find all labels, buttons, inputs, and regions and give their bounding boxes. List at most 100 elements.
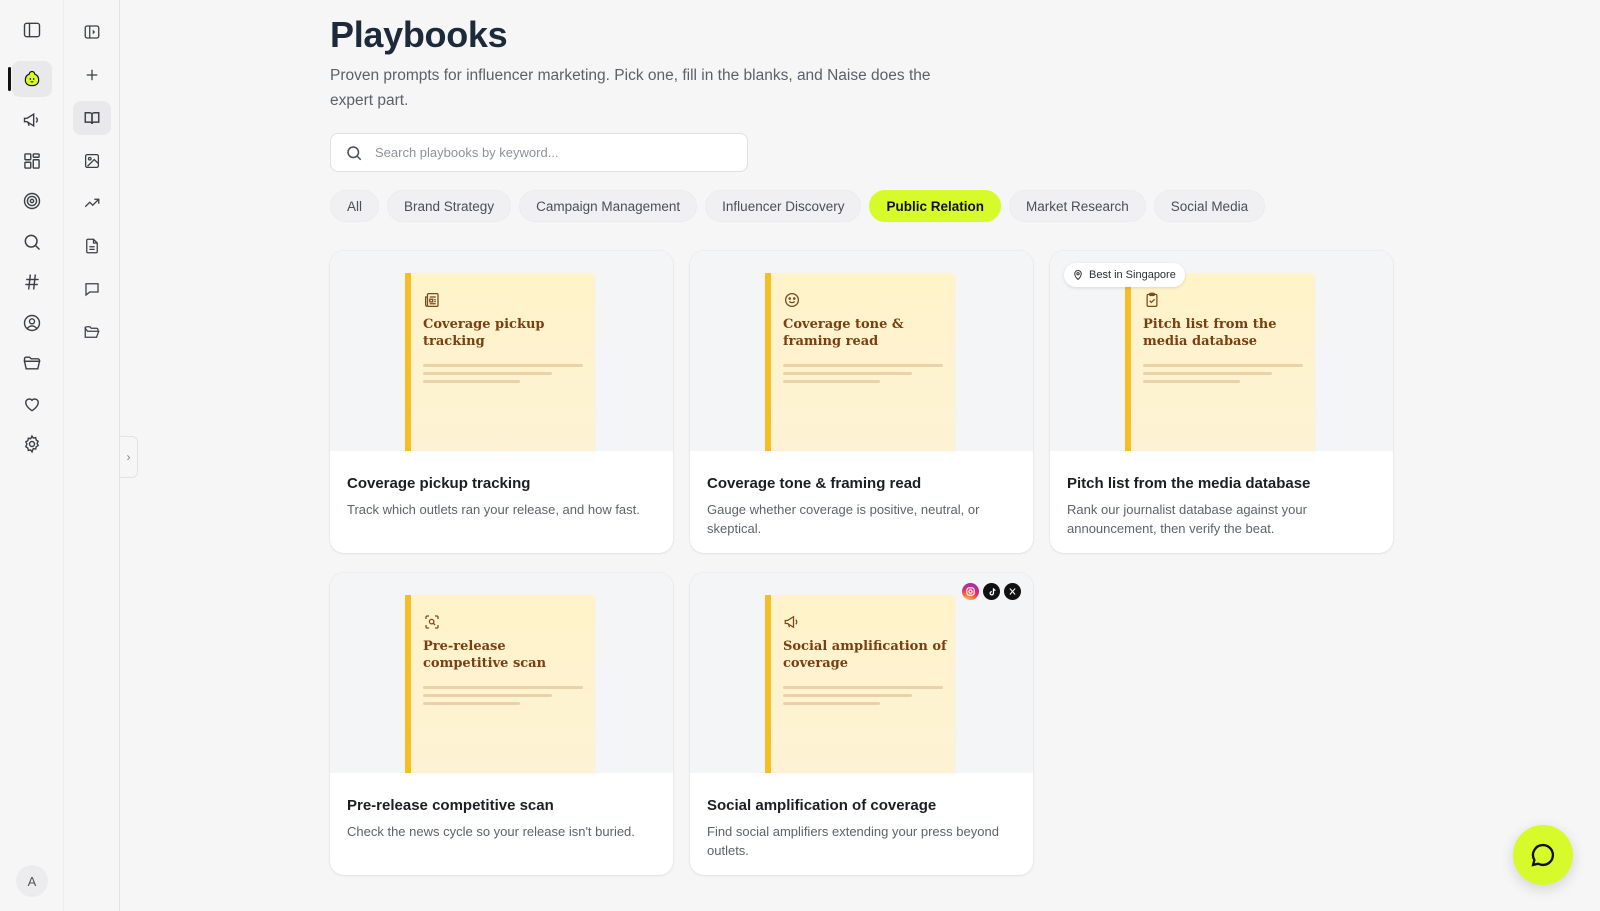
cover-document: Pre-release competitive scan xyxy=(405,595,595,773)
cover-line xyxy=(423,372,552,375)
card-description: Gauge whether coverage is positive, neut… xyxy=(707,502,980,536)
tiktok-icon xyxy=(983,583,1000,600)
card-description: Check the news cycle so your release isn… xyxy=(347,824,635,839)
cover-line xyxy=(423,380,520,383)
cover-spine xyxy=(765,595,771,773)
page-title: Playbooks xyxy=(330,14,508,55)
filter-public-relation[interactable]: Public Relation xyxy=(869,190,1001,222)
newspaper-icon xyxy=(424,292,439,308)
cover-line xyxy=(423,364,583,367)
playbook-book-icon[interactable] xyxy=(73,101,111,135)
card-title: Pre-release competitive scan xyxy=(347,797,554,814)
playbook-card[interactable]: Social amplification of coverage Social … xyxy=(690,573,1033,875)
playbook-card[interactable]: Coverage pickup tracking Coverage pickup… xyxy=(330,251,673,553)
filter-all[interactable]: All xyxy=(330,190,380,222)
trending-icon[interactable] xyxy=(73,186,111,220)
card-cover: Best in Singapore Pitch list from the me… xyxy=(1050,251,1393,451)
cover-line xyxy=(783,364,943,367)
card-description: Track which outlets ran your release, an… xyxy=(347,502,640,517)
clipboard-check-icon xyxy=(1146,292,1158,308)
playbook-card[interactable]: Pre-release competitive scan Pre-release… xyxy=(330,573,673,875)
search-icon[interactable] xyxy=(12,224,52,260)
target-icon[interactable] xyxy=(12,183,52,219)
profile-icon[interactable] xyxy=(12,305,52,341)
cover-document: Pitch list from the media database xyxy=(1125,273,1315,451)
card-cover: Coverage tone & framing read xyxy=(690,251,1033,451)
cover-document: Coverage pickup tracking xyxy=(405,273,595,451)
cover-title: Social amplification of coverage xyxy=(783,639,947,671)
hashtag-icon[interactable] xyxy=(12,264,52,300)
heart-icon[interactable] xyxy=(12,386,52,422)
expand-panel-icon[interactable] xyxy=(73,15,111,49)
cover-line xyxy=(783,380,880,383)
smile-icon xyxy=(784,292,800,308)
cover-spine xyxy=(405,273,411,451)
primary-rail: A xyxy=(0,0,64,911)
social-platforms xyxy=(962,583,1021,600)
cover-spine xyxy=(1125,273,1131,451)
cover-line xyxy=(423,702,520,705)
folder-icon[interactable] xyxy=(12,345,52,381)
megaphone-icon[interactable] xyxy=(12,102,52,138)
secondary-rail xyxy=(64,0,120,911)
card-title: Coverage tone & framing read xyxy=(707,475,922,492)
sidebar-toggle-icon[interactable] xyxy=(12,12,52,48)
cover-title: Pitch list from the media database xyxy=(1143,317,1277,349)
cover-document: Coverage tone & framing read xyxy=(765,273,955,451)
folder-open-icon[interactable] xyxy=(73,315,111,349)
filter-social-media[interactable]: Social Media xyxy=(1153,190,1266,222)
plus-icon[interactable] xyxy=(73,58,111,92)
cover-document: Social amplification of coverage xyxy=(765,595,955,773)
search-input[interactable] xyxy=(375,145,735,160)
cover-line xyxy=(1143,364,1303,367)
image-icon[interactable] xyxy=(73,144,111,178)
filter-market-research[interactable]: Market Research xyxy=(1009,190,1146,222)
badge-label: Best in Singapore xyxy=(1089,269,1176,281)
card-title: Pitch list from the media database xyxy=(1067,475,1311,492)
document-icon[interactable] xyxy=(73,229,111,263)
chevron-right-icon: › xyxy=(126,450,131,464)
cover-title: Coverage tone & framing read xyxy=(783,317,904,349)
card-title: Coverage pickup tracking xyxy=(347,475,531,492)
playbook-card[interactable]: Coverage tone & framing read Coverage to… xyxy=(690,251,1033,553)
cover-line xyxy=(423,686,583,689)
avatar[interactable]: A xyxy=(16,865,48,897)
cover-spine xyxy=(765,273,771,451)
map-pin-icon xyxy=(1074,270,1082,281)
cover-line xyxy=(783,372,912,375)
card-cover: Social amplification of coverage xyxy=(690,573,1033,773)
card-description: Find social amplifiers extending your pr… xyxy=(707,824,999,858)
cover-title: Pre-release competitive scan xyxy=(423,639,547,671)
collapse-panel-button[interactable]: › xyxy=(120,436,138,478)
card-cover: Coverage pickup tracking xyxy=(330,251,673,451)
search-box[interactable] xyxy=(330,133,748,172)
cover-line xyxy=(783,686,943,689)
page-subtitle: Proven prompts for influencer marketing.… xyxy=(330,67,931,109)
filter-chips: All Brand Strategy Campaign Management I… xyxy=(330,190,1266,222)
megaphone-icon xyxy=(784,615,798,629)
scan-search-icon xyxy=(425,615,439,629)
chat-icon[interactable] xyxy=(73,272,111,306)
cover-line xyxy=(783,702,880,705)
cover-title: Coverage pickup tracking xyxy=(423,317,545,349)
card-title: Social amplification of coverage xyxy=(707,797,937,814)
instagram-icon xyxy=(962,583,979,600)
dashboard-icon[interactable] xyxy=(12,143,52,179)
cover-line xyxy=(783,694,912,697)
cover-spine xyxy=(405,595,411,773)
filter-influencer-discovery[interactable]: Influencer Discovery xyxy=(705,190,862,222)
cover-line xyxy=(1143,380,1240,383)
filter-campaign-management[interactable]: Campaign Management xyxy=(519,190,698,222)
x-icon xyxy=(1004,583,1021,600)
settings-icon[interactable] xyxy=(12,426,52,462)
playbook-card[interactable]: Best in Singapore Pitch list from the me… xyxy=(1050,251,1393,553)
cover-line xyxy=(1143,372,1272,375)
card-cover: Pre-release competitive scan xyxy=(330,573,673,773)
chat-launcher-button[interactable] xyxy=(1513,825,1573,885)
search-icon xyxy=(347,145,362,160)
card-description: Rank our journalist database against you… xyxy=(1067,502,1307,536)
naise-home-icon[interactable] xyxy=(8,61,52,97)
chat-bubble-icon xyxy=(1531,843,1555,867)
cover-line xyxy=(423,694,552,697)
filter-brand-strategy[interactable]: Brand Strategy xyxy=(387,190,512,222)
